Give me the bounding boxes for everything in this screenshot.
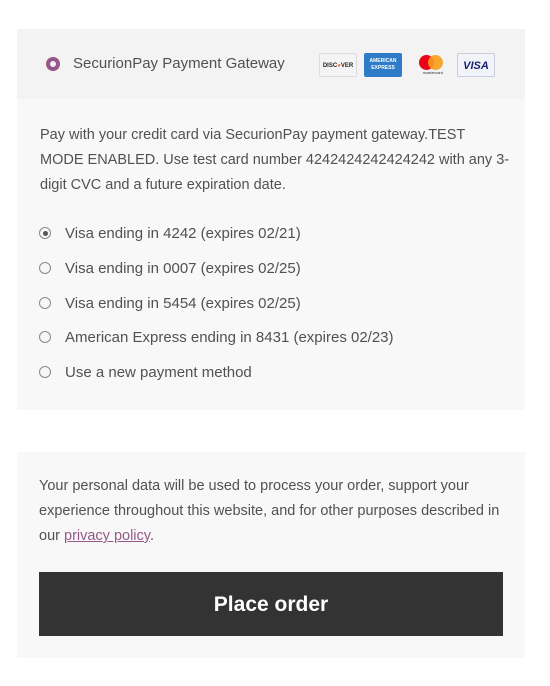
new-method-label[interactable]: Use a new payment method [65,361,252,385]
gateway-description: Pay with your credit card via SecurionPa… [40,127,510,193]
gateway-header[interactable]: SecurionPay Payment Gateway DISC●VER AME… [17,29,525,99]
radio-visa-4242[interactable] [39,227,51,239]
discover-icon: DISC●VER [319,53,357,77]
gateway-radio[interactable] [46,57,60,71]
payment-method-panel: SecurionPay Payment Gateway DISC●VER AME… [17,29,525,410]
visa-icon: VISA [457,53,495,77]
saved-method-label[interactable]: Visa ending in 5454 (expires 02/25) [65,292,301,316]
radio-visa-0007[interactable] [39,262,51,274]
privacy-policy-link[interactable]: privacy policy [64,528,150,544]
privacy-notice: Your personal data will be used to proce… [39,474,509,549]
saved-method-label[interactable]: American Express ending in 8431 (expires… [65,326,394,350]
radio-amex-8431[interactable] [39,331,51,343]
saved-method-label[interactable]: Visa ending in 4242 (expires 02/21) [65,222,301,246]
radio-new-method[interactable] [39,366,51,378]
saved-method-label[interactable]: Visa ending in 0007 (expires 02/25) [65,257,301,281]
gateway-title[interactable]: SecurionPay Payment Gateway [73,55,285,72]
place-order-panel: Your personal data will be used to proce… [17,452,525,658]
radio-visa-5454[interactable] [39,297,51,309]
place-order-button[interactable]: Place order [39,572,503,636]
privacy-text-end: . [149,528,154,544]
mastercard-icon: mastercard [414,53,452,77]
amex-icon: AMERICAN EXPRESS [364,53,402,77]
